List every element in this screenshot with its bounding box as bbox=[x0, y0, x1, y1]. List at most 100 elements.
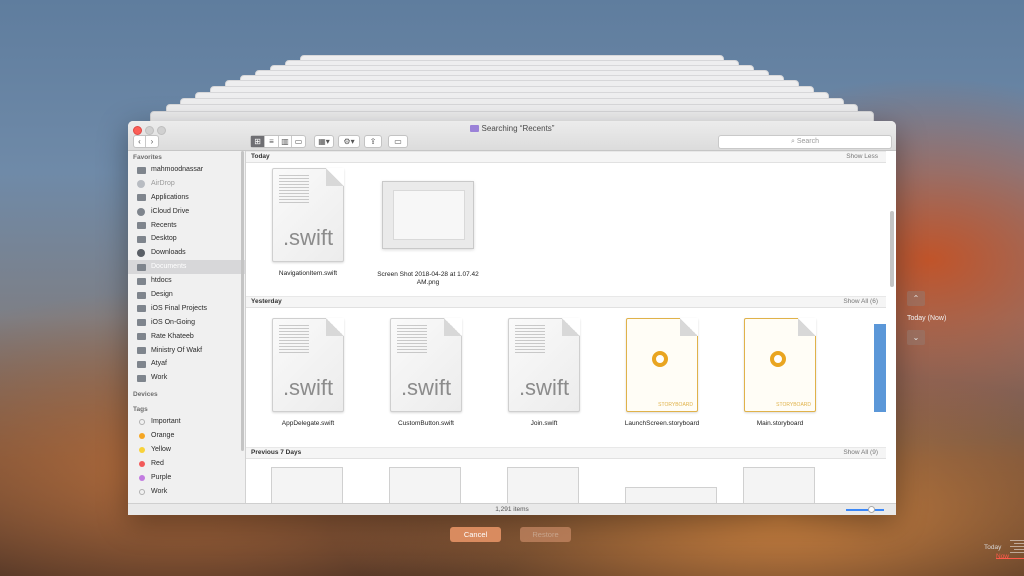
sidebar-tag-orange[interactable]: Orange bbox=[128, 429, 245, 443]
desktop-icon bbox=[137, 235, 146, 243]
show-all-button[interactable]: Show All (9) bbox=[843, 449, 878, 456]
tag-color-dot bbox=[139, 474, 145, 481]
icon-size-slider[interactable] bbox=[846, 509, 884, 511]
chevron-up-icon: ⌃ bbox=[912, 294, 920, 303]
tag-icon: ▭ bbox=[394, 137, 402, 146]
tag-color-dot bbox=[139, 419, 145, 426]
next-backup-button[interactable]: ⌄ bbox=[907, 330, 925, 345]
show-less-button[interactable]: Show Less bbox=[846, 153, 878, 160]
list-icon: ≡ bbox=[269, 137, 274, 146]
sidebar-item-recents[interactable]: Recents bbox=[128, 219, 245, 233]
sidebar-item-downloads[interactable]: Downloads bbox=[128, 246, 245, 260]
tags-button[interactable]: ▭ bbox=[388, 135, 408, 148]
restore-button[interactable]: Restore bbox=[520, 527, 571, 542]
search-input[interactable]: ⌕ Search bbox=[718, 135, 892, 149]
sidebar-item-atyaf[interactable]: Atyaf bbox=[128, 357, 245, 371]
grid-icon: ⊞ bbox=[254, 137, 261, 146]
section-title: Today bbox=[251, 153, 270, 160]
sidebar-tag-purple[interactable]: Purple bbox=[128, 471, 245, 485]
file-item[interactable]: .swift NavigationItem.swift bbox=[253, 168, 363, 278]
file-item[interactable] bbox=[507, 467, 579, 503]
file-item[interactable]: Screen Shot 2018-04-28 at 1.07.42 AM.png bbox=[373, 181, 483, 287]
sidebar-item-design[interactable]: Design bbox=[128, 288, 245, 302]
view-mode-control: ⊞ ≡ ▥ ▭ bbox=[250, 135, 306, 148]
sidebar-item-rate-khateeb[interactable]: Rate Khateeb bbox=[128, 330, 245, 344]
timeline-tick bbox=[1010, 552, 1024, 553]
chevron-right-icon: › bbox=[150, 137, 154, 146]
list-view-button[interactable]: ≡ bbox=[265, 136, 279, 147]
group-by-button[interactable]: ▦▾ bbox=[314, 135, 334, 148]
gear-icon: ⚙▾ bbox=[343, 137, 355, 146]
sidebar-tag-yellow[interactable]: Yellow bbox=[128, 443, 245, 457]
sidebar-item-documents[interactable]: Documents bbox=[128, 260, 245, 275]
sidebar-item-ios-final-projects[interactable]: iOS Final Projects bbox=[128, 302, 245, 316]
file-item[interactable] bbox=[625, 487, 717, 503]
file-item[interactable]: .swift CustomButton.swift bbox=[371, 318, 481, 428]
sidebar-item-airdrop[interactable]: AirDrop bbox=[128, 177, 245, 191]
gallery-view-button[interactable]: ▭ bbox=[292, 136, 305, 147]
sidebar-tag-important[interactable]: Important bbox=[128, 415, 245, 429]
swift-file-icon: .swift bbox=[390, 318, 462, 412]
column-view-button[interactable]: ▥ bbox=[279, 136, 292, 147]
storyboard-file-icon: STORYBOARD bbox=[744, 318, 816, 412]
file-item[interactable]: .swift Join.swift bbox=[489, 318, 599, 428]
sidebar-heading-tags: Tags bbox=[133, 406, 148, 414]
current-backup-label: Today (Now) bbox=[907, 315, 947, 322]
icon-size-slider-knob[interactable] bbox=[868, 506, 875, 513]
file-item[interactable]: STORYBOARD Main.storyboard bbox=[725, 318, 835, 428]
file-browser: Today Show Less .swift NavigationItem.sw… bbox=[246, 151, 896, 503]
folder-icon bbox=[137, 291, 146, 299]
finder-window: Searching “Recents” ‹ › ⊞ ≡ ▥ ▭ ▦▾ ⚙▾ ⇪ ▭ ⌕ … bbox=[128, 121, 896, 515]
cloud-icon bbox=[137, 207, 145, 216]
file-item[interactable] bbox=[389, 467, 461, 503]
sidebar-item-applications[interactable]: Applications bbox=[128, 191, 245, 205]
share-icon: ⇪ bbox=[369, 137, 377, 146]
folder-icon bbox=[137, 374, 146, 382]
file-item[interactable]: .swift AppDelegate.swift bbox=[253, 318, 363, 428]
action-button[interactable]: ⚙▾ bbox=[338, 135, 360, 148]
previous-backup-button[interactable]: ⌃ bbox=[907, 291, 925, 306]
folder-icon bbox=[137, 305, 146, 313]
share-button[interactable]: ⇪ bbox=[364, 135, 382, 148]
recents-icon bbox=[137, 222, 146, 230]
sidebar-item-icloud-drive[interactable]: iCloud Drive bbox=[128, 205, 245, 219]
folder-icon bbox=[137, 347, 146, 355]
partial-file-icon[interactable] bbox=[874, 324, 886, 412]
item-count: 1,291 items bbox=[495, 506, 529, 513]
section-header-previous-7-days: Previous 7 Days Show All (9) bbox=[246, 447, 886, 459]
file-item[interactable] bbox=[271, 467, 343, 503]
home-icon bbox=[137, 166, 146, 174]
sidebar-tag-red[interactable]: Red bbox=[128, 457, 245, 471]
show-all-button[interactable]: Show All (6) bbox=[843, 298, 878, 305]
file-item[interactable] bbox=[743, 467, 815, 503]
file-item[interactable]: STORYBOARD LaunchScreen.storyboard bbox=[607, 318, 717, 428]
swift-file-icon: .swift bbox=[272, 168, 344, 262]
back-button[interactable]: ‹ bbox=[134, 136, 146, 147]
sidebar-item-desktop[interactable]: Desktop bbox=[128, 232, 245, 246]
content-scrollbar[interactable] bbox=[890, 211, 894, 287]
folder-icon bbox=[137, 319, 146, 327]
sidebar-item-htdocs[interactable]: htdocs bbox=[128, 274, 245, 288]
cancel-button[interactable]: Cancel bbox=[450, 527, 501, 542]
timeline-tick bbox=[1010, 540, 1024, 541]
gallery-icon: ▭ bbox=[294, 137, 303, 146]
sidebar-item-ios-on-going[interactable]: iOS On-Going bbox=[128, 316, 245, 330]
timeline-tick bbox=[1014, 543, 1024, 544]
timeline-label-now: Now bbox=[996, 553, 1010, 560]
chevron-left-icon: ‹ bbox=[138, 137, 141, 146]
sidebar-tag-work[interactable]: Work bbox=[128, 485, 245, 499]
file-name: NavigationItem.swift bbox=[278, 270, 338, 277]
icon-view-button[interactable]: ⊞ bbox=[251, 136, 265, 147]
sidebar-scrollbar[interactable] bbox=[241, 151, 244, 451]
file-name: CustomButton.swift bbox=[398, 420, 454, 427]
folder-icon bbox=[137, 277, 146, 285]
applications-icon bbox=[137, 194, 146, 202]
sidebar-heading-devices: Devices bbox=[133, 391, 158, 399]
tag-color-dot bbox=[139, 460, 145, 467]
sidebar-item-work-folder[interactable]: Work bbox=[128, 371, 245, 385]
back-forward-control: ‹ › bbox=[133, 135, 159, 148]
forward-button[interactable]: › bbox=[146, 136, 158, 147]
sidebar-item-home[interactable]: mahmoodnassar bbox=[128, 163, 245, 177]
smart-folder-icon bbox=[469, 125, 479, 132]
sidebar-item-ministry-of-wakf[interactable]: Ministry Of Wakf bbox=[128, 344, 245, 358]
